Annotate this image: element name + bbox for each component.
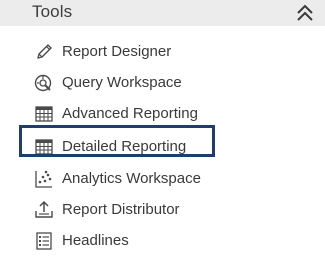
scatter-chart-icon [35, 170, 52, 188]
menu-item-label: Report Distributor [62, 201, 180, 218]
collapse-button[interactable] [293, 2, 317, 24]
menu-item-label: Advanced Reporting [62, 105, 198, 122]
menu-item-analytics-workspace[interactable]: Analytics Workspace [34, 166, 234, 192]
menu-item-label: Headlines [62, 232, 129, 249]
menu-item-label: Query Workspace [62, 74, 182, 91]
list-icon [36, 232, 52, 250]
menu-item-label: Report Designer [62, 43, 172, 60]
table-grid-icon [35, 106, 53, 122]
upload-tray-icon [35, 200, 53, 218]
menu-item-label: Detailed Reporting [62, 138, 187, 155]
tools-header: Tools [0, 0, 325, 26]
query-icon [34, 74, 52, 92]
menu-item-report-designer[interactable]: Report Designer [34, 39, 234, 65]
tools-title: Tools [32, 2, 73, 21]
menu-item-label: Analytics Workspace [62, 170, 201, 187]
menu-item-detailed-reporting[interactable]: Detailed Reporting [34, 134, 234, 160]
menu-item-query-workspace[interactable]: Query Workspace [34, 70, 234, 96]
table-grid-icon [35, 139, 53, 155]
tools-menu: Report Designer Query Workspace Advanced… [0, 26, 325, 265]
pencil-icon [37, 44, 52, 59]
menu-item-advanced-reporting[interactable]: Advanced Reporting [34, 101, 234, 127]
menu-item-headlines[interactable]: Headlines [34, 228, 234, 254]
menu-item-report-distributor[interactable]: Report Distributor [34, 197, 234, 223]
double-chevron-up-icon [297, 4, 313, 21]
